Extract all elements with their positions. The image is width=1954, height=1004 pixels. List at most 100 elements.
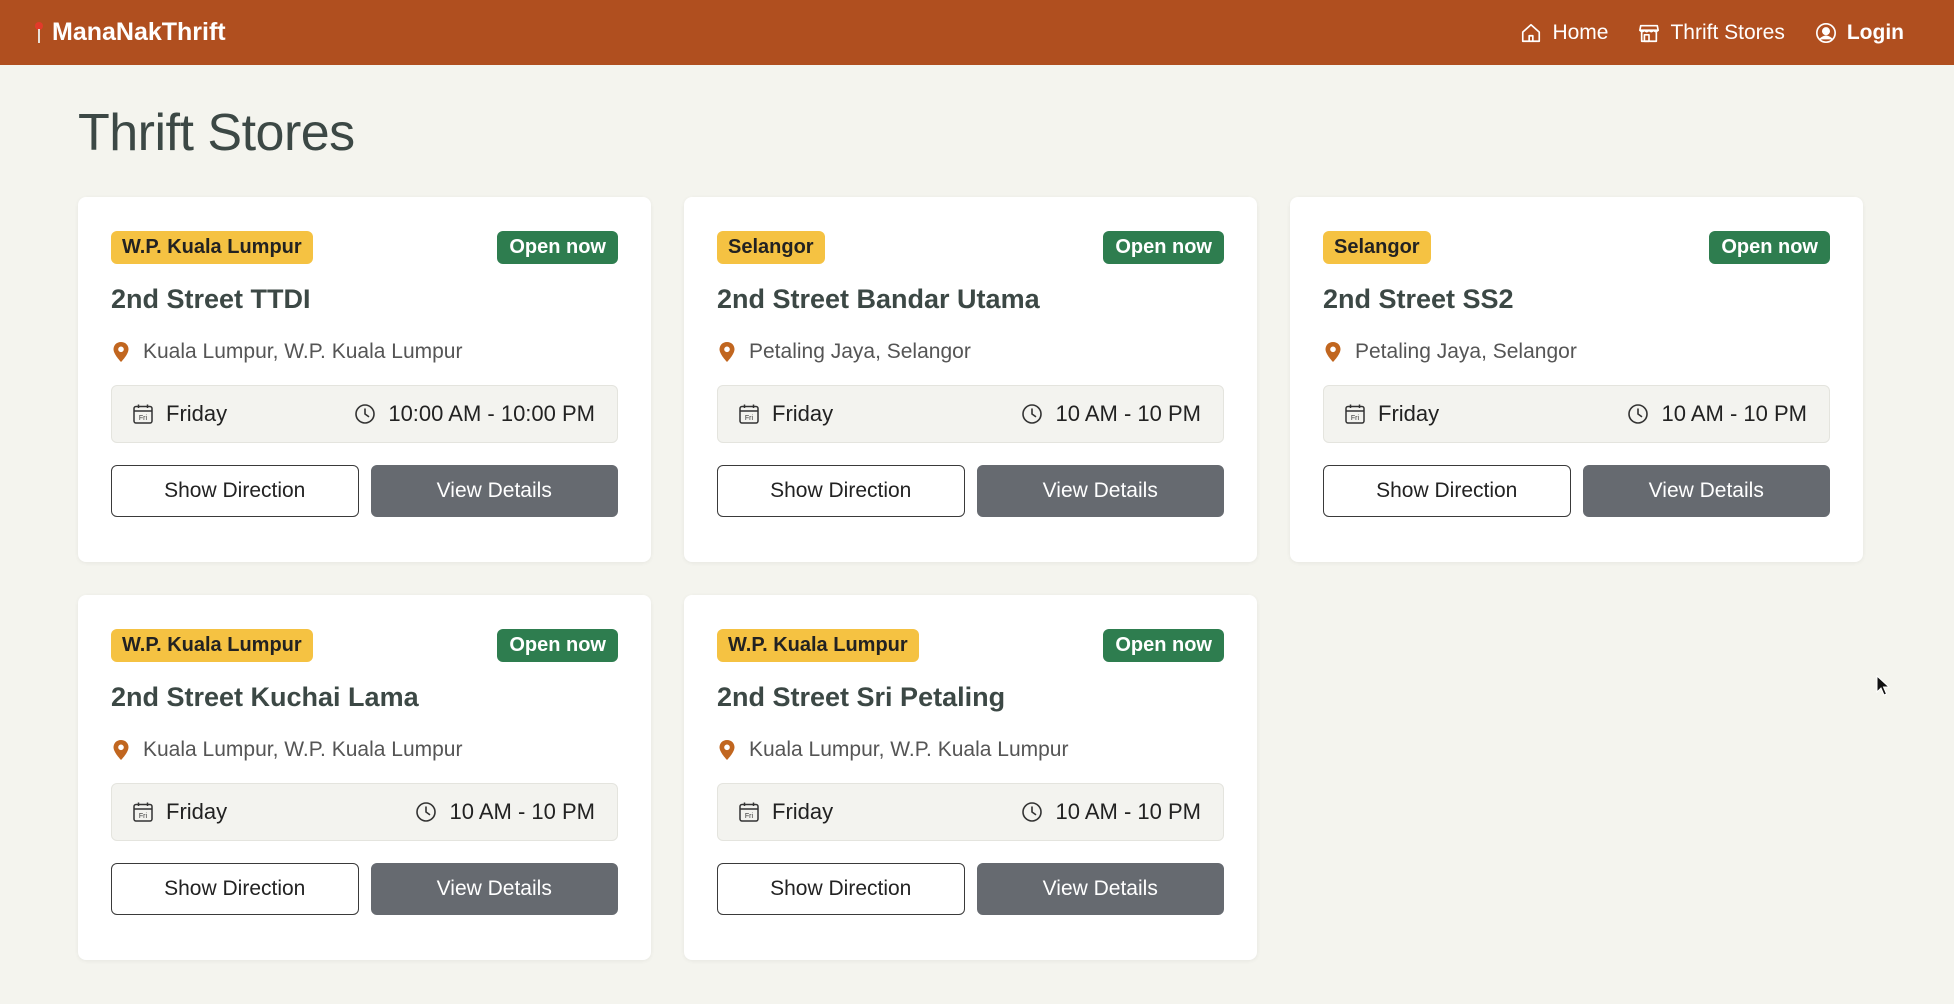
- map-pin-icon: [113, 740, 129, 760]
- region-badge: Selangor: [1323, 230, 1431, 264]
- pin-logo-icon: [34, 21, 44, 45]
- nav-home-link[interactable]: Home: [1520, 21, 1608, 45]
- store-card: W.P. Kuala Lumpur Open now 2nd Street Ku…: [78, 595, 651, 960]
- card-actions: Show Direction View Details: [717, 465, 1224, 517]
- brand-name: ManaNakThrift: [52, 18, 226, 46]
- store-card: W.P. Kuala Lumpur Open now 2nd Street Sr…: [684, 595, 1257, 960]
- opening-hours: Fri Friday 10:00 AM - 10:00 PM: [111, 385, 618, 443]
- view-details-button[interactable]: View Details: [370, 465, 618, 517]
- open-status-badge: Open now: [497, 628, 618, 662]
- region-badge: Selangor: [717, 230, 825, 264]
- map-pin-icon: [1325, 342, 1341, 362]
- svg-text:Fri: Fri: [139, 415, 148, 422]
- opening-time-text: 10 AM - 10 PM: [449, 799, 595, 824]
- user-circle-icon: [1815, 22, 1836, 43]
- card-actions: Show Direction View Details: [111, 465, 618, 517]
- show-direction-button[interactable]: Show Direction: [111, 863, 359, 915]
- nav-thrift-stores-label: Thrift Stores: [1670, 20, 1785, 44]
- clock-icon: [1628, 404, 1649, 424]
- region-badge: W.P. Kuala Lumpur: [111, 230, 313, 264]
- opening-day: Fri Friday: [132, 401, 227, 427]
- opening-time: 10 AM - 10 PM: [415, 799, 595, 825]
- store-card-grid: W.P. Kuala Lumpur Open now 2nd Street TT…: [78, 197, 1863, 960]
- card-header: Selangor Open now: [1323, 230, 1830, 264]
- opening-day: Fri Friday: [1344, 401, 1439, 427]
- open-status-badge: Open now: [1709, 230, 1830, 264]
- store-location-text: Kuala Lumpur, W.P. Kuala Lumpur: [143, 738, 463, 761]
- calendar-icon: Fri: [739, 802, 759, 822]
- nav-links: Home Thrift Stores Login: [1520, 21, 1904, 45]
- opening-day-text: Friday: [1378, 401, 1440, 426]
- calendar-icon: Fri: [133, 802, 153, 822]
- home-icon: [1522, 23, 1541, 42]
- opening-time: 10 AM - 10 PM: [1021, 799, 1201, 825]
- store-card: Selangor Open now 2nd Street Bandar Utam…: [684, 197, 1257, 562]
- store-location: Kuala Lumpur, W.P. Kuala Lumpur: [111, 339, 618, 365]
- card-header: W.P. Kuala Lumpur Open now: [111, 230, 618, 264]
- card-actions: Show Direction View Details: [717, 863, 1224, 915]
- calendar-icon: Fri: [1345, 404, 1365, 424]
- opening-day-text: Friday: [166, 401, 228, 426]
- opening-day-text: Friday: [772, 799, 834, 824]
- nav-home-label: Home: [1552, 20, 1609, 44]
- store-name[interactable]: 2nd Street TTDI: [111, 284, 618, 318]
- store-location-text: Kuala Lumpur, W.P. Kuala Lumpur: [749, 738, 1069, 761]
- clock-icon: [416, 802, 437, 822]
- calendar-icon: Fri: [133, 404, 153, 424]
- map-pin-icon: [719, 740, 735, 760]
- nav-login-label: Login: [1846, 20, 1904, 44]
- svg-text:Fri: Fri: [139, 813, 148, 820]
- open-status-badge: Open now: [1103, 628, 1224, 662]
- svg-text:Fri: Fri: [745, 813, 754, 820]
- opening-time-text: 10:00 AM - 10:00 PM: [388, 401, 595, 426]
- view-details-button[interactable]: View Details: [370, 863, 618, 915]
- store-location: Petaling Jaya, Selangor: [717, 339, 1224, 365]
- opening-day: Fri Friday: [738, 799, 833, 825]
- store-location-text: Kuala Lumpur, W.P. Kuala Lumpur: [143, 340, 463, 363]
- svg-text:Fri: Fri: [1351, 415, 1360, 422]
- store-name[interactable]: 2nd Street Sri Petaling: [717, 682, 1224, 716]
- opening-day-text: Friday: [772, 401, 834, 426]
- svg-text:Fri: Fri: [745, 415, 754, 422]
- store-card: W.P. Kuala Lumpur Open now 2nd Street TT…: [78, 197, 651, 562]
- show-direction-button[interactable]: Show Direction: [717, 465, 965, 517]
- nav-thrift-stores-link[interactable]: Thrift Stores: [1638, 20, 1785, 45]
- opening-time: 10:00 AM - 10:00 PM: [354, 401, 595, 427]
- opening-time-text: 10 AM - 10 PM: [1661, 401, 1807, 426]
- store-location-text: Petaling Jaya, Selangor: [749, 340, 971, 363]
- mouse-cursor-icon: [1876, 675, 1890, 696]
- opening-time-text: 10 AM - 10 PM: [1055, 401, 1201, 426]
- region-badge: W.P. Kuala Lumpur: [111, 628, 313, 662]
- store-name[interactable]: 2nd Street SS2: [1323, 284, 1830, 318]
- card-header: W.P. Kuala Lumpur Open now: [717, 628, 1224, 662]
- page-title: Thrift Stores: [78, 104, 355, 162]
- opening-hours: Fri Friday 10 AM - 10 PM: [717, 385, 1224, 443]
- opening-day: Fri Friday: [738, 401, 833, 427]
- store-location: Petaling Jaya, Selangor: [1323, 339, 1830, 365]
- nav-login-link[interactable]: Login: [1815, 21, 1904, 45]
- open-status-badge: Open now: [1103, 230, 1224, 264]
- store-name[interactable]: 2nd Street Bandar Utama: [717, 284, 1224, 318]
- store-location: Kuala Lumpur, W.P. Kuala Lumpur: [717, 737, 1224, 763]
- card-actions: Show Direction View Details: [1323, 465, 1830, 517]
- clock-icon: [1022, 404, 1043, 424]
- show-direction-button[interactable]: Show Direction: [1323, 465, 1571, 517]
- show-direction-button[interactable]: Show Direction: [717, 863, 965, 915]
- region-badge: W.P. Kuala Lumpur: [717, 628, 919, 662]
- clock-icon: [355, 404, 376, 424]
- calendar-icon: Fri: [739, 404, 759, 424]
- opening-time: 10 AM - 10 PM: [1021, 401, 1201, 427]
- open-status-badge: Open now: [497, 230, 618, 264]
- card-actions: Show Direction View Details: [111, 863, 618, 915]
- opening-day: Fri Friday: [132, 799, 227, 825]
- opening-hours: Fri Friday 10 AM - 10 PM: [111, 783, 618, 841]
- show-direction-button[interactable]: Show Direction: [111, 465, 359, 517]
- opening-hours: Fri Friday 10 AM - 10 PM: [717, 783, 1224, 841]
- store-name[interactable]: 2nd Street Kuchai Lama: [111, 682, 618, 716]
- brand-logo[interactable]: ManaNakThrift: [34, 18, 226, 47]
- view-details-button[interactable]: View Details: [976, 465, 1224, 517]
- opening-time: 10 AM - 10 PM: [1627, 401, 1807, 427]
- store-location-text: Petaling Jaya, Selangor: [1355, 340, 1577, 363]
- view-details-button[interactable]: View Details: [1582, 465, 1830, 517]
- view-details-button[interactable]: View Details: [976, 863, 1224, 915]
